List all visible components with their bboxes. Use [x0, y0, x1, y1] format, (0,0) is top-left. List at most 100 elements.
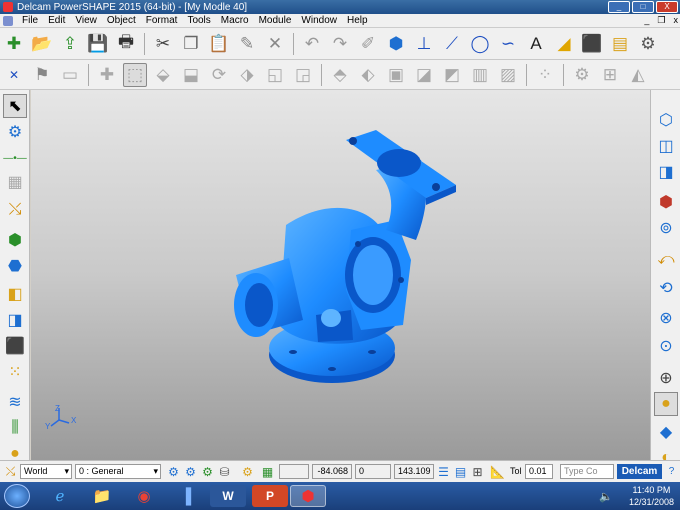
- menu-tools[interactable]: Tools: [182, 15, 215, 26]
- multi-cube-icon[interactable]: ⁙: [3, 360, 27, 384]
- coordinate-input[interactable]: [279, 464, 309, 479]
- orient-icon[interactable]: ⬣: [3, 254, 27, 278]
- mesh-icon[interactable]: ▤: [608, 32, 632, 56]
- curve-icon[interactable]: ∽: [496, 32, 520, 56]
- document-icon[interactable]: [3, 15, 13, 26]
- clock[interactable]: 11:40 PM 12/31/2008: [629, 484, 674, 508]
- pipe-fitting-model[interactable]: [234, 130, 456, 383]
- delete-icon[interactable]: ✕: [263, 32, 287, 56]
- internet-explorer-icon[interactable]: ℯ: [42, 485, 78, 507]
- calculator-icon[interactable]: ▤: [453, 464, 468, 479]
- move-solid-icon[interactable]: ⬗: [235, 63, 259, 87]
- mdi-restore-button[interactable]: ❐: [657, 15, 665, 26]
- zoom-icon[interactable]: ⊙: [654, 334, 678, 358]
- minimize-button[interactable]: _: [608, 1, 630, 13]
- chrome-icon[interactable]: ◉: [126, 485, 162, 507]
- level-select-icon[interactable]: ⚙: [183, 464, 198, 479]
- undo-icon[interactable]: ↶: [300, 32, 324, 56]
- box-icon[interactable]: ◨: [3, 308, 27, 332]
- level-select[interactable]: 0 : General: [75, 464, 161, 479]
- shaded-edges-icon[interactable]: ◆: [654, 420, 678, 444]
- view-iso-icon[interactable]: ⬢: [654, 190, 678, 214]
- transform-icon[interactable]: ⬢: [3, 228, 27, 252]
- shell-icon[interactable]: ▣: [384, 63, 408, 87]
- menu-file[interactable]: File: [17, 15, 43, 26]
- rotate-view-icon[interactable]: ⟲: [654, 276, 678, 300]
- boolean-icon[interactable]: ⬙: [151, 63, 175, 87]
- blank-panel-icon[interactable]: ▭: [58, 63, 82, 87]
- split-icon[interactable]: ▨: [496, 63, 520, 87]
- close-toolbar-icon[interactable]: ✕: [2, 63, 26, 87]
- draft-icon[interactable]: ◪: [412, 63, 436, 87]
- workplane-side-icon[interactable]: ⤯: [3, 198, 27, 222]
- chamfer-icon[interactable]: ⬖: [356, 63, 380, 87]
- solid-wizard-icon[interactable]: ⬢: [384, 32, 408, 56]
- copy-icon[interactable]: ❐: [179, 32, 203, 56]
- edit-pen-icon[interactable]: ✎: [235, 32, 259, 56]
- redo-icon[interactable]: ↷: [328, 32, 352, 56]
- select-solid-icon[interactable]: ⬚: [123, 62, 147, 87]
- wireframe-icon[interactable]: ⊕: [654, 366, 678, 390]
- pan-icon[interactable]: ⤺: [654, 248, 678, 272]
- level-filter-icon[interactable]: ⚙: [166, 464, 181, 479]
- graphics-viewport[interactable]: Z X Y: [31, 90, 650, 460]
- fillet-icon[interactable]: ⬘: [328, 63, 352, 87]
- mirror-solid-icon[interactable]: ◲: [291, 63, 315, 87]
- view-cube-side-icon[interactable]: ◨: [654, 160, 678, 184]
- print-icon[interactable]: 🖶: [114, 32, 138, 56]
- start-button[interactable]: [4, 484, 30, 508]
- view-cube-top-icon[interactable]: ⬡: [654, 108, 678, 132]
- help-icon[interactable]: ?: [664, 464, 679, 479]
- mdi-close-button[interactable]: x: [674, 15, 679, 26]
- file-explorer-icon[interactable]: 📁: [84, 485, 120, 507]
- mdi-minimize-button[interactable]: _: [644, 15, 649, 26]
- menu-macro[interactable]: Macro: [216, 15, 254, 26]
- add-feature-icon[interactable]: ✚: [95, 63, 119, 87]
- import-icon[interactable]: ⇪: [58, 32, 82, 56]
- surface-icon[interactable]: ◢: [552, 32, 576, 56]
- command-input[interactable]: Type Co: [560, 464, 614, 479]
- sketch-icon[interactable]: ✐: [356, 32, 380, 56]
- view-camera-icon[interactable]: ⊚: [654, 216, 678, 240]
- powerpoint-icon[interactable]: P: [252, 485, 288, 507]
- rotate-solid-icon[interactable]: ⟳: [207, 63, 231, 87]
- close-button[interactable]: X: [656, 1, 678, 13]
- menu-module[interactable]: Module: [254, 15, 297, 26]
- open-folder-icon[interactable]: 📂: [30, 32, 54, 56]
- quick-select-icon[interactable]: ⚙: [3, 120, 27, 144]
- paste-icon[interactable]: 📋: [207, 32, 231, 56]
- select-arrow-icon[interactable]: ⬉: [3, 94, 27, 118]
- lines-icon[interactable]: ⫼: [3, 416, 27, 440]
- pattern-icon[interactable]: ⁘: [533, 63, 557, 87]
- save-icon[interactable]: 💾: [86, 32, 110, 56]
- maximize-button[interactable]: □: [632, 1, 654, 13]
- ruler-icon[interactable]: 📐: [490, 464, 505, 479]
- volume-icon[interactable]: 🔈: [598, 485, 614, 507]
- offset-icon[interactable]: ▥: [468, 63, 492, 87]
- material-status-icon[interactable]: ⚙: [240, 464, 255, 479]
- flag-icon[interactable]: ⚑: [30, 63, 54, 87]
- line-icon[interactable]: ⟋: [440, 32, 464, 56]
- list-icon[interactable]: ☰: [436, 464, 451, 479]
- measure-icon[interactable]: ◭: [626, 63, 650, 87]
- menu-object[interactable]: Object: [102, 15, 141, 26]
- menu-edit[interactable]: Edit: [43, 15, 70, 26]
- level-toggle-icon[interactable]: ⚙: [200, 464, 215, 479]
- layer-icon[interactable]: ▦: [3, 170, 27, 194]
- workplane-select[interactable]: World: [20, 464, 72, 479]
- scale-solid-icon[interactable]: ◱: [263, 63, 287, 87]
- analysis-icon[interactable]: ⚙: [570, 63, 594, 87]
- electrode-icon[interactable]: ⚙: [636, 32, 660, 56]
- block-icon[interactable]: ◧: [3, 282, 27, 306]
- grid-icon[interactable]: ▦: [260, 464, 275, 479]
- new-model-icon[interactable]: ✚: [2, 32, 26, 56]
- zoom-fit-icon[interactable]: ⊗: [654, 306, 678, 330]
- menu-window[interactable]: Window: [296, 15, 342, 26]
- stack-icon[interactable]: ⛁: [217, 464, 232, 479]
- circle-icon[interactable]: ◯: [468, 32, 492, 56]
- menu-view[interactable]: View: [70, 15, 102, 26]
- measure-status-icon[interactable]: ⊞: [470, 464, 485, 479]
- solid-icon[interactable]: ⬛: [580, 32, 604, 56]
- wave-icon[interactable]: ≋: [3, 390, 27, 414]
- feature-tree-icon[interactable]: ⊞: [598, 63, 622, 87]
